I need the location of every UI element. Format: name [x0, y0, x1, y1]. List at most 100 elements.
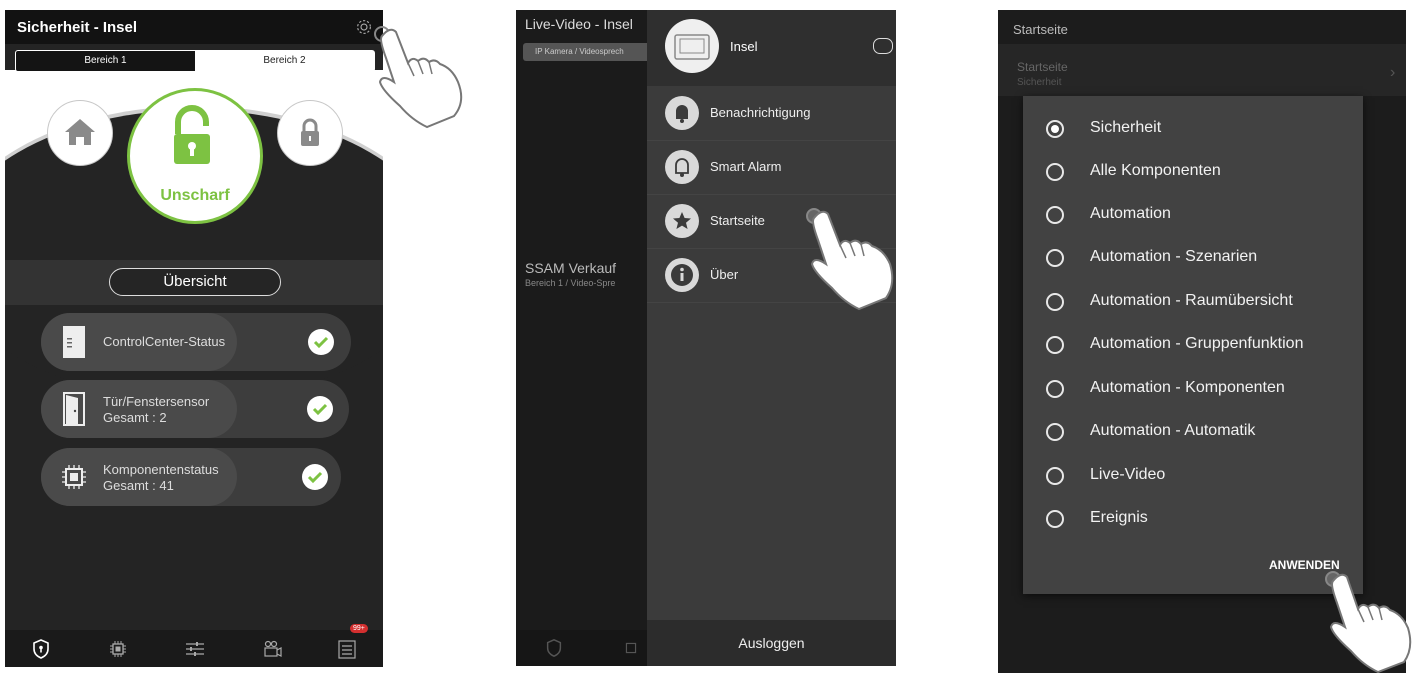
startseite-dialog: Sicherheit Alle Komponenten Automation A… — [1023, 96, 1363, 594]
option-label: Automation - Raumübersicht — [1090, 292, 1293, 309]
drawer-header: Insel — [647, 10, 896, 86]
option-automation-automatik[interactable]: Automation - Automatik — [1023, 413, 1363, 449]
security-screen: Sicherheit - Insel Bereich 1 Bereich 2 U… — [5, 10, 383, 667]
chip-icon — [625, 642, 637, 654]
radio[interactable] — [1046, 423, 1064, 441]
radio[interactable] — [1046, 336, 1064, 354]
menu-label: Benachrichtigung — [710, 105, 811, 120]
camera-name: SSAM Verkauf — [525, 260, 617, 276]
tab-bereich-1[interactable]: Bereich 1 — [16, 51, 195, 71]
option-live-video[interactable]: Live-Video — [1023, 457, 1363, 493]
radio[interactable] — [1046, 163, 1064, 181]
option-ereignis[interactable]: Ereignis — [1023, 500, 1363, 536]
area-tabs: Bereich 1 Bereich 2 — [15, 50, 375, 72]
option-alle-komponenten[interactable]: Alle Komponenten — [1023, 153, 1363, 189]
status-label: ControlCenter-Status — [103, 334, 226, 349]
option-label: Alle Komponenten — [1090, 162, 1221, 179]
menu-label: Über — [710, 267, 739, 282]
star-icon — [665, 204, 699, 238]
chip-icon[interactable] — [107, 638, 129, 660]
shield-icon — [546, 639, 562, 657]
status-controlcenter[interactable]: ControlCenter-Status — [41, 313, 351, 371]
page-title: Startseite — [1013, 22, 1068, 37]
option-automation[interactable]: Automation — [1023, 196, 1363, 232]
option-label: Automation - Automatik — [1090, 422, 1256, 439]
chip-icon — [62, 465, 86, 489]
option-automation-gruppenfunktion[interactable]: Automation - Gruppenfunktion — [1023, 326, 1363, 362]
menu-item-smart-alarm[interactable]: Smart Alarm — [647, 140, 896, 195]
status-label: Tür/Fenstersensor Gesamt : 2 — [103, 394, 209, 426]
option-label: Sicherheit — [1090, 119, 1162, 136]
bottom-navigation: 99+ — [5, 624, 383, 667]
status-title: Tür/Fenstersensor — [103, 394, 210, 409]
option-label: Live-Video — [1090, 466, 1166, 483]
option-automation-szenarien[interactable]: Automation - Szenarien — [1023, 239, 1363, 275]
id-card-icon[interactable] — [873, 38, 893, 54]
option-label: Automation — [1090, 205, 1171, 222]
pointing-hand-icon — [1325, 571, 1412, 673]
option-label: Automation - Komponenten — [1090, 379, 1285, 396]
menu-label: Smart Alarm — [710, 159, 782, 174]
camera-location: Bereich 1 / Video-Spre — [525, 278, 616, 288]
status-detail: Gesamt : 41 — [103, 478, 174, 493]
check-icon — [302, 464, 328, 490]
shield-icon[interactable] — [30, 638, 52, 660]
disarm-state-button[interactable]: Unscharf — [127, 88, 263, 224]
status-title: Komponentenstatus — [103, 462, 219, 477]
background-title: Live-Video - Insel — [525, 16, 633, 32]
radio[interactable] — [1046, 467, 1064, 485]
option-label: Automation - Gruppenfunktion — [1090, 335, 1304, 352]
logout-button[interactable]: Ausloggen — [647, 620, 896, 666]
pointing-hand-icon — [374, 26, 463, 129]
arm-button[interactable] — [277, 100, 343, 166]
option-label: Automation - Szenarien — [1090, 248, 1258, 265]
radio[interactable] — [1046, 293, 1064, 311]
system-name: Insel — [730, 39, 758, 54]
status-door-window[interactable]: Tür/Fenstersensor Gesamt : 2 — [41, 380, 349, 438]
option-label: Ereignis — [1090, 509, 1148, 526]
chevron-right-icon: › — [1390, 64, 1396, 81]
overview-button[interactable]: Übersicht — [109, 268, 281, 296]
lock-icon — [301, 118, 319, 146]
unlock-icon — [174, 105, 210, 164]
bell-outline-icon — [665, 150, 699, 184]
bell-icon — [665, 96, 699, 130]
radio[interactable] — [1046, 249, 1064, 267]
radio[interactable] — [1046, 380, 1064, 398]
sliders-icon[interactable] — [184, 638, 206, 660]
event-list-icon[interactable] — [336, 638, 358, 660]
gear-icon[interactable] — [355, 18, 373, 36]
tab-bereich-2[interactable]: Bereich 2 — [195, 51, 374, 71]
navigation-drawer: Insel Benachrichtigung Smart Alarm Start… — [647, 10, 896, 666]
background-camera-entry: SSAM Verkauf Bereich 1 / Video-Spre — [525, 260, 616, 288]
home-mode-button[interactable] — [47, 100, 113, 166]
pointing-hand-icon — [806, 208, 894, 311]
live-video-screen-with-drawer: Live-Video - Insel IP Kamera / Videospre… — [516, 10, 896, 666]
menu-label: Startseite — [710, 213, 765, 228]
setting-label: Startseite — [1017, 60, 1068, 74]
radio[interactable] — [1046, 510, 1064, 528]
notification-badge: 99+ — [350, 624, 368, 633]
option-automation-raumuebersicht[interactable]: Automation - Raumübersicht — [1023, 283, 1363, 319]
radio[interactable] — [1046, 206, 1064, 224]
check-icon — [307, 396, 333, 422]
arm-state-label: Unscharf — [160, 187, 230, 204]
video-camera-icon[interactable] — [261, 638, 283, 660]
control-panel-device-icon — [674, 34, 710, 60]
status-components[interactable]: Komponentenstatus Gesamt : 41 — [41, 448, 341, 506]
system-avatar — [665, 19, 719, 73]
radio-selected[interactable] — [1046, 120, 1064, 138]
home-icon — [65, 119, 95, 145]
status-label: Komponentenstatus Gesamt : 41 — [103, 462, 219, 494]
option-automation-komponenten[interactable]: Automation - Komponenten — [1023, 370, 1363, 406]
control-panel-icon — [63, 326, 85, 358]
app-bar: Sicherheit - Insel — [5, 10, 383, 44]
door-icon — [63, 392, 85, 426]
check-icon — [308, 329, 334, 355]
menu-item-benachrichtigung[interactable]: Benachrichtigung — [647, 86, 896, 141]
startseite-setting-row[interactable]: Startseite Sicherheit › — [998, 44, 1406, 96]
setting-value: Sicherheit — [1017, 77, 1062, 88]
background-bottom-nav — [516, 630, 647, 666]
page-title: Sicherheit - Insel — [17, 19, 138, 36]
option-sicherheit[interactable]: Sicherheit — [1023, 110, 1363, 146]
